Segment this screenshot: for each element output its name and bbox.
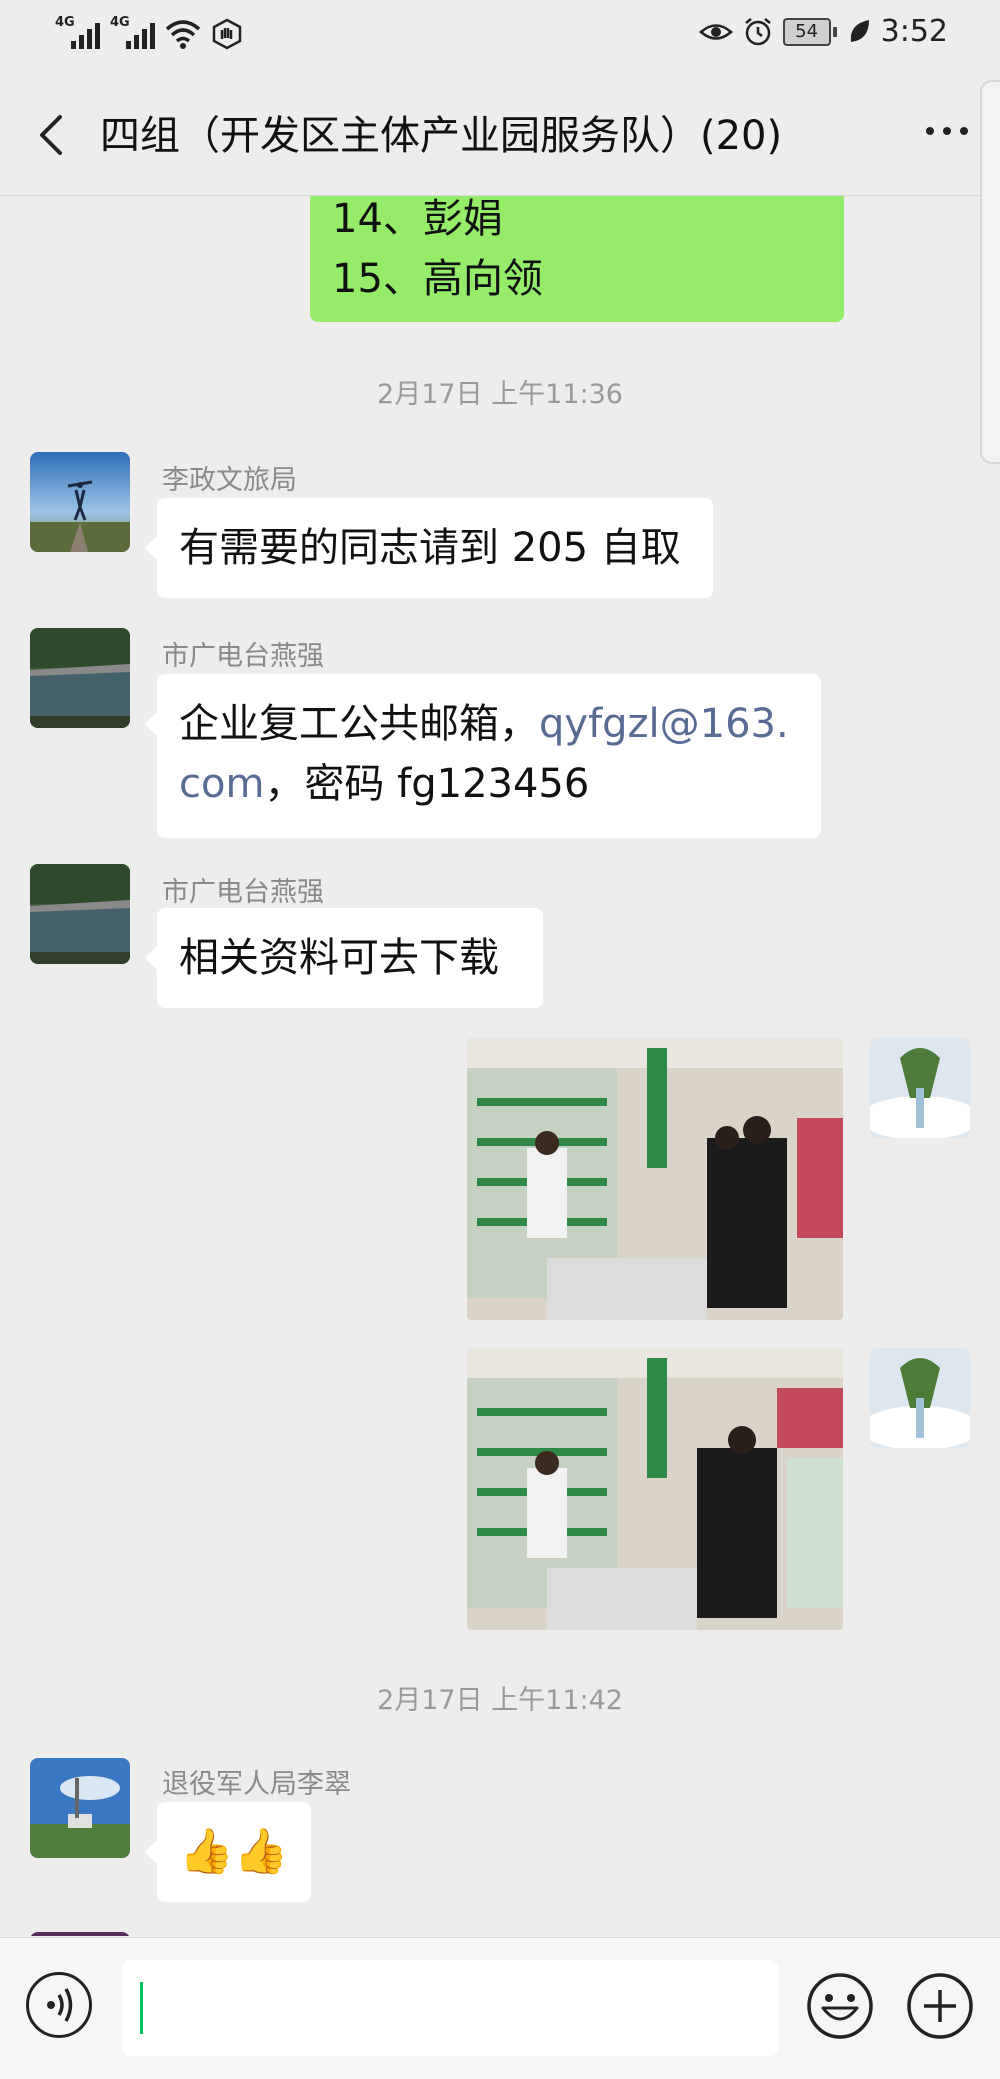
eye-icon: [698, 23, 733, 40]
signal-icon-2: 4G: [110, 15, 155, 49]
message-bubble[interactable]: 企业复工公共邮箱，qyfgzl@163. com，密码 fg123456: [145, 674, 821, 838]
message-text: ，密码 fg123456: [264, 761, 590, 807]
avatar[interactable]: [30, 1758, 130, 1858]
sender-name: 市广电台燕强: [162, 877, 324, 908]
sender-name: 退役军人局李翠: [162, 1769, 351, 1800]
avatar[interactable]: [30, 1932, 130, 1936]
voice-icon[interactable]: [26, 1972, 92, 2038]
email-link-cont[interactable]: com: [179, 761, 264, 807]
back-arrow-icon[interactable]: [28, 107, 78, 163]
leaf-icon: [850, 19, 869, 42]
chat-title: 四组（开发区主体产业园服务队）(20): [100, 113, 783, 159]
network-type-1: 4G: [55, 15, 75, 30]
hand-icon: [212, 18, 242, 50]
own-avatar[interactable]: [870, 1348, 970, 1448]
list-item: 14、彭娟: [332, 196, 503, 242]
more-dots-icon[interactable]: [926, 127, 968, 135]
message-list[interactable]: 14、彭娟 15、高向领 2月17日 上午11:36 李政文旅局 有需要的同志请…: [0, 196, 1000, 1936]
message-text: 企业复工公共邮箱，: [179, 701, 539, 747]
text-caret: [140, 1982, 143, 2034]
status-bar: 4G 4G 54 3:52: [0, 0, 1000, 75]
alarm-icon: [744, 17, 771, 45]
thumbs-up-emoji: 👍👍: [179, 1826, 289, 1877]
battery-icon: 54: [782, 17, 837, 46]
emoji-icon[interactable]: [806, 1972, 874, 2040]
message-bubble[interactable]: 👍👍: [145, 1802, 311, 1902]
photo-message[interactable]: [467, 1038, 843, 1320]
message-text: 有需要的同志请到 205 自取: [179, 525, 681, 571]
wifi-icon: [165, 20, 201, 49]
email-link[interactable]: qyfgzl@163.: [539, 701, 789, 747]
avatar[interactable]: [30, 864, 130, 964]
list-item: 15、高向领: [332, 256, 543, 302]
sender-name: 李政文旅局: [162, 465, 297, 496]
sender-name: 市广电台燕强: [162, 641, 324, 672]
chat-header: 四组（开发区主体产业园服务队）(20): [0, 75, 1000, 196]
message-bubble[interactable]: 有需要的同志请到 205 自取: [145, 498, 713, 598]
message-input[interactable]: [122, 1960, 778, 2056]
network-type-2: 4G: [110, 15, 130, 30]
photo-message[interactable]: [467, 1348, 843, 1630]
own-message-bubble[interactable]: 14、彭娟 15、高向领: [310, 196, 844, 322]
input-bar: [0, 1937, 1000, 2079]
avatar[interactable]: [30, 452, 130, 552]
clock-time: 3:52: [880, 14, 948, 49]
timestamp: 2月17日 上午11:42: [377, 1685, 623, 1716]
plus-icon[interactable]: [906, 1972, 974, 2040]
battery-level: 54: [782, 17, 831, 46]
message-bubble[interactable]: 相关资料可去下载: [145, 908, 543, 1008]
message-text: 相关资料可去下载: [179, 935, 499, 981]
timestamp: 2月17日 上午11:36: [377, 379, 623, 410]
signal-icon: 4G: [55, 15, 100, 49]
avatar[interactable]: [30, 628, 130, 728]
own-avatar[interactable]: [870, 1038, 970, 1138]
